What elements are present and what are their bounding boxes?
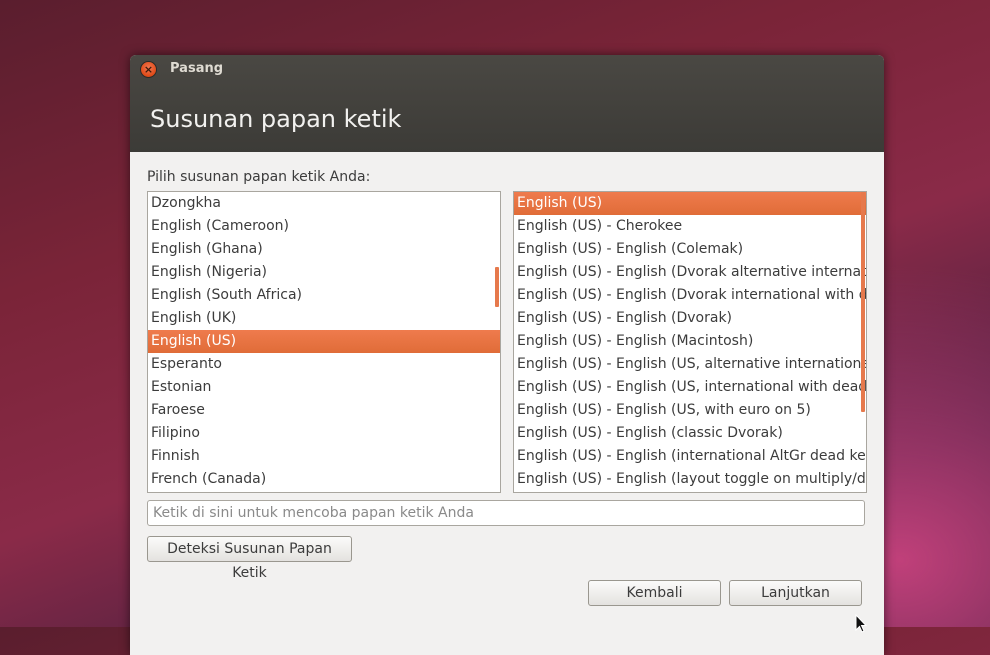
variant-list-item[interactable]: English (US) - English (Dvorak internati… bbox=[514, 284, 866, 307]
layout-list-item[interactable]: English (Ghana) bbox=[148, 238, 500, 261]
page-title: Susunan papan ketik bbox=[150, 105, 402, 133]
variant-list-item[interactable]: English (US) - English (Macintosh) bbox=[514, 330, 866, 353]
layout-list-item[interactable]: English (Cameroon) bbox=[148, 215, 500, 238]
variant-list-item[interactable]: English (US) bbox=[514, 192, 866, 215]
layout-list-item[interactable]: Faroese bbox=[148, 399, 500, 422]
layout-list-item[interactable]: Esperanto bbox=[148, 353, 500, 376]
continue-button[interactable]: Lanjutkan bbox=[729, 580, 862, 606]
variant-list-item[interactable]: English (US) - English (classic Dvorak) bbox=[514, 422, 866, 445]
keyboard-layout-list[interactable]: Dzongkha English (Cameroon) English (Ghana… bbox=[147, 191, 501, 493]
back-button[interactable]: Kembali bbox=[588, 580, 721, 606]
window-header: × Pasang Susunan papan ketik bbox=[130, 55, 884, 152]
layout-list-item[interactable]: Estonian bbox=[148, 376, 500, 399]
layout-list-item[interactable]: English (Nigeria) bbox=[148, 261, 500, 284]
layout-list-item[interactable]: French (Canada) bbox=[148, 468, 500, 491]
keyboard-test-input[interactable] bbox=[147, 500, 865, 526]
variant-list-item[interactable]: English (US) - English (Dvorak) bbox=[514, 307, 866, 330]
layout-list-item[interactable]: English (UK) bbox=[148, 307, 500, 330]
layout-list-item[interactable]: Finnish bbox=[148, 445, 500, 468]
variant-list-item[interactable]: English (US) - English (US, internationa… bbox=[514, 376, 866, 399]
variant-list-item[interactable]: English (US) - English (US, with euro on… bbox=[514, 399, 866, 422]
variant-list-item[interactable]: English (US) - English (layout toggle on… bbox=[514, 468, 866, 491]
detect-layout-button[interactable]: Deteksi Susunan Papan Ketik bbox=[147, 536, 352, 581]
keyboard-variant-list[interactable]: English (US) English (US) - Cherokee Engli… bbox=[513, 191, 867, 493]
layout-list-item[interactable]: English (South Africa) bbox=[148, 284, 500, 307]
layout-list-item[interactable]: Filipino bbox=[148, 422, 500, 445]
variant-list-item[interactable]: English (US) - English (Colemak) bbox=[514, 238, 866, 261]
layout-list-item[interactable]: English (US) bbox=[148, 330, 500, 353]
layout-list-scrollbar[interactable] bbox=[495, 267, 499, 307]
variant-list-item[interactable]: English (US) - Cherokee bbox=[514, 215, 866, 238]
layout-prompt-label: Pilih susunan papan ketik Anda: bbox=[147, 169, 371, 185]
variant-list-item[interactable]: English (US) - English (Dvorak alternati… bbox=[514, 261, 866, 284]
variant-list-scrollbar[interactable] bbox=[861, 192, 865, 412]
mouse-pointer-icon bbox=[855, 614, 868, 633]
variant-list-item[interactable]: English (US) - English (US, alternative … bbox=[514, 353, 866, 376]
close-icon[interactable]: × bbox=[141, 62, 156, 77]
installer-window: × Pasang Susunan papan ketik Pilih susun… bbox=[130, 55, 884, 655]
layout-list-item[interactable]: Dzongkha bbox=[148, 192, 500, 215]
variant-list-item[interactable]: English (US) - English (international Al… bbox=[514, 445, 866, 468]
window-title: Pasang bbox=[170, 61, 224, 76]
